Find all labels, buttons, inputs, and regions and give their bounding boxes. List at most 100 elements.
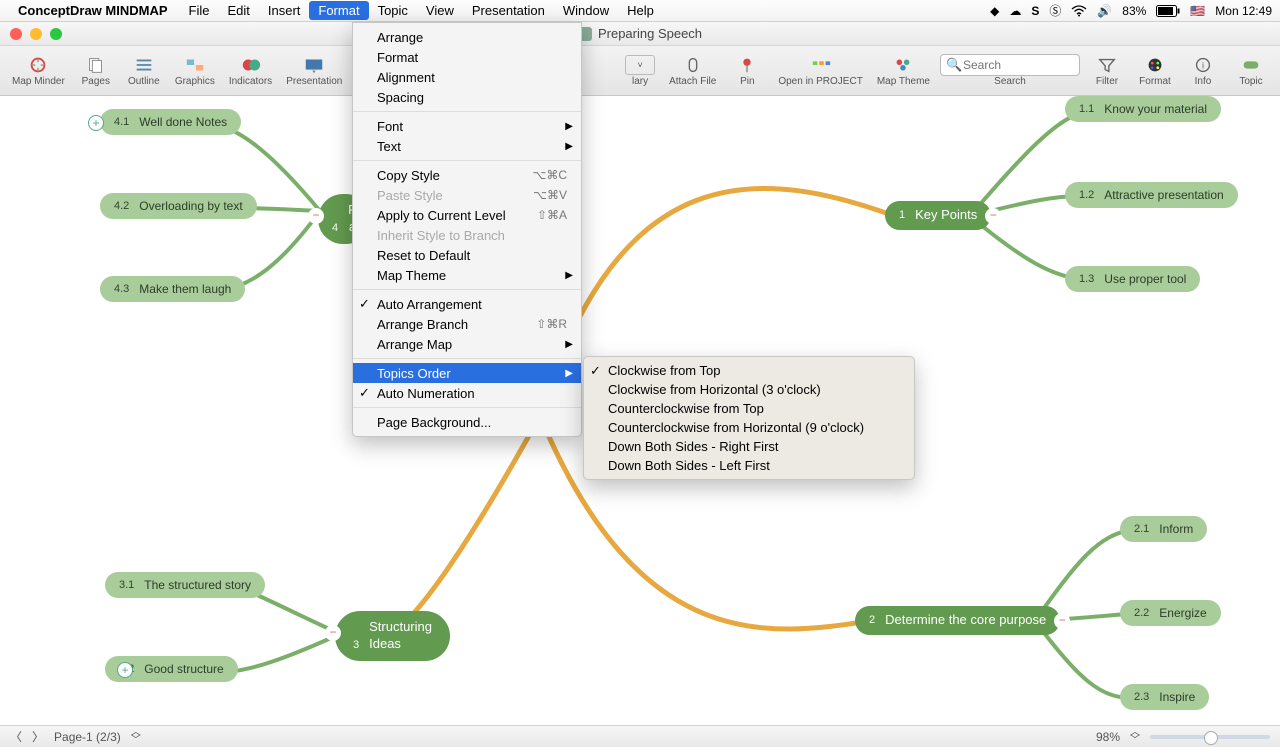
- sm-ccw-top[interactable]: Counterclockwise from Top: [584, 399, 914, 418]
- check-icon: ✓: [359, 385, 370, 401]
- node-p42[interactable]: 4.2Overloading by text: [100, 193, 257, 219]
- mi-inherit: Inherit Style to Branch: [353, 225, 581, 245]
- menu-format[interactable]: Format: [309, 1, 368, 20]
- node-kp3[interactable]: 1.3Use proper tool: [1065, 266, 1200, 292]
- tb-dropdown[interactable]: ˅lary: [621, 48, 659, 94]
- battery-icon[interactable]: [1156, 5, 1180, 17]
- menu-presentation[interactable]: Presentation: [463, 1, 554, 20]
- mi-font[interactable]: Font▶: [353, 116, 581, 136]
- s-icon[interactable]: S: [1031, 4, 1039, 18]
- tb-indicators[interactable]: Indicators: [225, 48, 276, 94]
- node-s1[interactable]: 3.1The structured story: [105, 572, 265, 598]
- close-window[interactable]: [10, 28, 22, 40]
- mi-copy-style[interactable]: Copy Style⌥⌘C: [353, 165, 581, 185]
- menubar-extras: ◆ ☁ S Ⓢ 🔊 83% 🇺🇸 Mon 12:49: [990, 2, 1272, 19]
- tb-graphics[interactable]: Graphics: [171, 48, 219, 94]
- nav-prev[interactable]: 〈: [10, 728, 22, 745]
- mi-text[interactable]: Text▶: [353, 136, 581, 156]
- traffic-lights[interactable]: [10, 28, 62, 40]
- diamond-icon[interactable]: ◆: [990, 4, 999, 18]
- format-menu: Arrange Format Alignment Spacing Font▶ T…: [352, 22, 582, 437]
- tb-map-theme[interactable]: Map Theme: [873, 48, 934, 94]
- tb-search[interactable]: 🔍 Search: [940, 48, 1080, 94]
- sm-down-left[interactable]: Down Both Sides - Left First: [584, 456, 914, 475]
- volume-icon[interactable]: 🔊: [1097, 4, 1112, 18]
- node-p41[interactable]: 4.1Well done Notes: [100, 109, 241, 135]
- app-name[interactable]: ConceptDraw MINDMAP: [18, 3, 168, 18]
- zoom-percent: 98%: [1096, 730, 1120, 744]
- tb-format[interactable]: Format: [1134, 48, 1176, 94]
- node-kp2[interactable]: 1.2Attractive presentation: [1065, 182, 1238, 208]
- zoom-stepper[interactable]: ︿﹀: [1130, 729, 1140, 745]
- tb-pages[interactable]: Pages: [75, 48, 117, 94]
- node-c2[interactable]: 2.2Energize: [1120, 600, 1221, 626]
- tb-attach-file[interactable]: Attach File: [665, 48, 720, 94]
- mi-auto-numeration[interactable]: ✓Auto Numeration: [353, 383, 581, 403]
- mi-alignment[interactable]: Alignment: [353, 67, 581, 87]
- topics-order-submenu: ✓Clockwise from Top Clockwise from Horiz…: [583, 356, 915, 480]
- mi-map-theme[interactable]: Map Theme▶: [353, 265, 581, 285]
- svg-text:i: i: [1202, 60, 1204, 70]
- mi-format[interactable]: Format: [353, 47, 581, 67]
- menu-insert[interactable]: Insert: [259, 1, 310, 20]
- tb-topic[interactable]: Topic: [1230, 48, 1272, 94]
- battery-percent: 83%: [1122, 4, 1146, 18]
- menu-topic[interactable]: Topic: [369, 1, 417, 20]
- mi-arrange-map[interactable]: Arrange Map▶: [353, 334, 581, 354]
- check-icon: ✓: [359, 296, 370, 312]
- mi-arrange[interactable]: Arrange: [353, 27, 581, 47]
- node-c3[interactable]: 2.3Inspire: [1120, 684, 1209, 710]
- sm-cw-top[interactable]: ✓Clockwise from Top: [584, 361, 914, 380]
- tb-presentation[interactable]: Presentation: [282, 48, 346, 94]
- flag-icon[interactable]: 🇺🇸: [1190, 4, 1205, 18]
- node-kp1[interactable]: 1.1Know your material: [1065, 96, 1221, 122]
- tb-open-project[interactable]: Open in PROJECT: [774, 48, 866, 94]
- mi-auto-arrangement[interactable]: ✓Auto Arrangement: [353, 294, 581, 314]
- mi-arrange-branch[interactable]: Arrange Branch⇧⌘R: [353, 314, 581, 334]
- page-stepper[interactable]: ︿﹀: [131, 729, 141, 745]
- chevron-right-icon: ▶: [565, 270, 573, 281]
- zoom-window[interactable]: [50, 28, 62, 40]
- tb-pin[interactable]: Pin: [726, 48, 768, 94]
- expand-icon[interactable]: +: [88, 115, 104, 131]
- status-bar: 〈 〉 Page-1 (2/3) ︿﹀ 98% ︿﹀: [0, 725, 1280, 747]
- nav-next[interactable]: 〉: [32, 728, 44, 745]
- mi-page-background[interactable]: Page Background...: [353, 412, 581, 432]
- node-struct[interactable]: − 3 StructuringIdeas: [335, 611, 450, 661]
- mi-reset[interactable]: Reset to Default: [353, 245, 581, 265]
- expand-icon[interactable]: +: [117, 662, 133, 678]
- collapse-icon[interactable]: −: [325, 625, 341, 641]
- menu-help[interactable]: Help: [618, 1, 663, 20]
- page-indicator[interactable]: Page-1 (2/3): [54, 730, 121, 744]
- tb-outline[interactable]: Outline: [123, 48, 165, 94]
- node-p43[interactable]: 4.3Make them laugh: [100, 276, 245, 302]
- tb-filter[interactable]: Filter: [1086, 48, 1128, 94]
- check-icon: ✓: [590, 363, 601, 379]
- sm-cw-horiz[interactable]: Clockwise from Horizontal (3 o'clock): [584, 380, 914, 399]
- tb-info[interactable]: iInfo: [1182, 48, 1224, 94]
- clock[interactable]: Mon 12:49: [1215, 4, 1272, 18]
- cloud-icon[interactable]: ☁: [1009, 4, 1021, 18]
- minimize-window[interactable]: [30, 28, 42, 40]
- sm-ccw-horiz[interactable]: Counterclockwise from Horizontal (9 o'cl…: [584, 418, 914, 437]
- collapse-icon[interactable]: −: [308, 208, 324, 224]
- node-c1[interactable]: 2.1Inform: [1120, 516, 1207, 542]
- menu-file[interactable]: File: [180, 1, 219, 20]
- mi-paste-style: Paste Style⌥⌘V: [353, 185, 581, 205]
- mi-topics-order[interactable]: Topics Order▶: [353, 363, 581, 383]
- wifi-icon[interactable]: [1071, 5, 1087, 17]
- menu-view[interactable]: View: [417, 1, 463, 20]
- skype-icon[interactable]: Ⓢ: [1049, 2, 1061, 19]
- sm-down-right[interactable]: Down Both Sides - Right First: [584, 437, 914, 456]
- menu-edit[interactable]: Edit: [218, 1, 258, 20]
- mi-spacing[interactable]: Spacing: [353, 87, 581, 107]
- node-key-points[interactable]: 1 Key Points −: [885, 201, 991, 230]
- tb-map-minder[interactable]: Map Minder: [8, 48, 69, 94]
- chevron-right-icon: ▶: [565, 121, 573, 132]
- menu-window[interactable]: Window: [554, 1, 618, 20]
- zoom-slider[interactable]: [1150, 735, 1270, 739]
- mi-apply-level[interactable]: Apply to Current Level⇧⌘A: [353, 205, 581, 225]
- chevron-right-icon: ▶: [565, 368, 573, 379]
- node-core[interactable]: 2 Determine the core purpose −: [855, 606, 1060, 635]
- chevron-right-icon: ▶: [565, 141, 573, 152]
